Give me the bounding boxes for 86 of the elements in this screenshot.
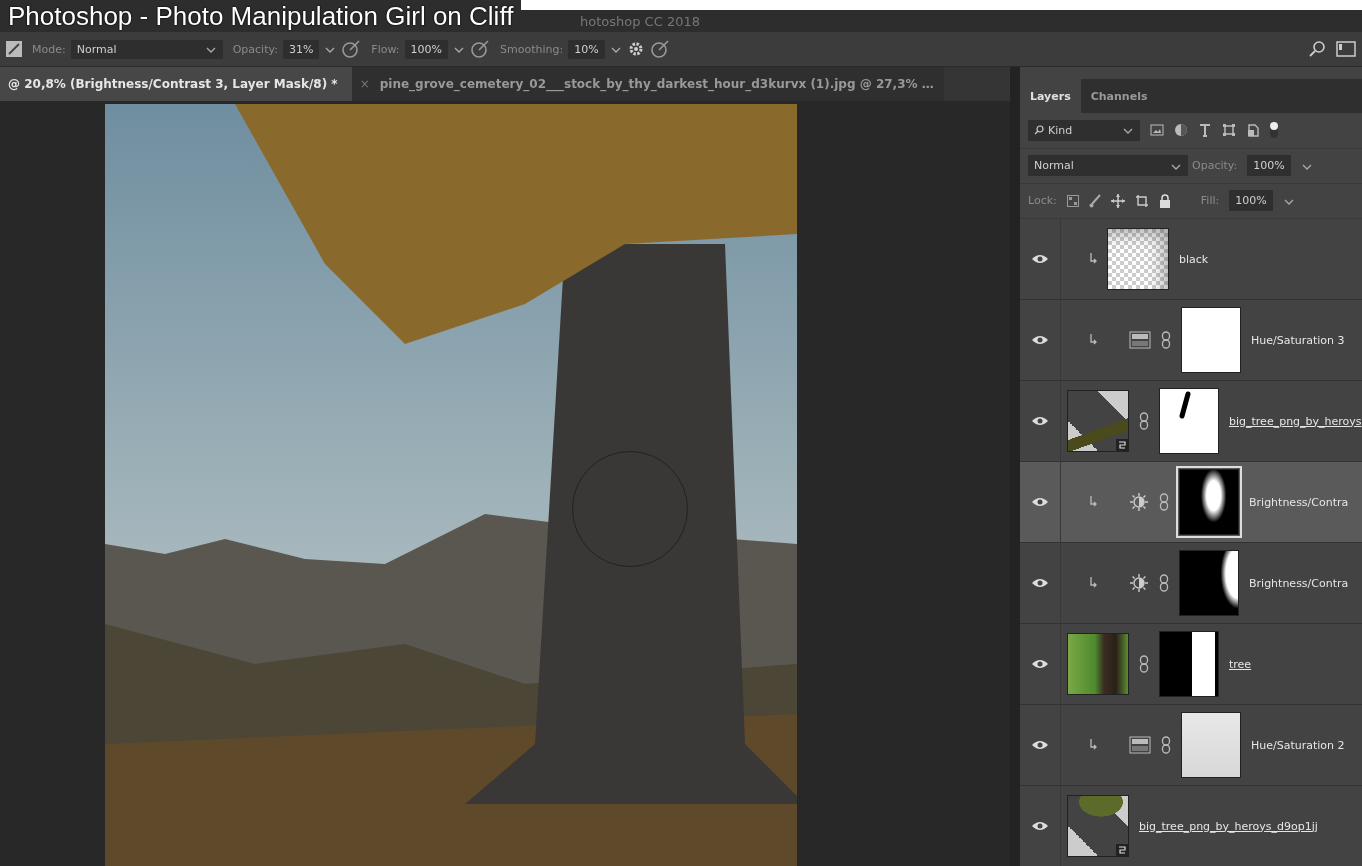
eye-icon[interactable] [1031, 253, 1049, 265]
layer-mask-thumbnail[interactable] [1179, 469, 1239, 535]
hue-saturation-icon [1129, 331, 1151, 349]
document-tab[interactable]: × pine_grove_cemetery_02___stock_by_thy_darkest_hour_d3kurvx (1).jpg @ 27,3% … [351, 67, 944, 101]
layer-thumbnail[interactable] [1067, 390, 1129, 452]
panel-tab[interactable]: Channels [1080, 79, 1158, 114]
pressure-size-icon[interactable] [649, 39, 670, 59]
eye-icon[interactable] [1031, 577, 1049, 589]
layer-row[interactable]: tree [1020, 624, 1362, 705]
option-label: Opacity: [232, 42, 278, 56]
filter-kind-dropdown[interactable]: Kind [1028, 119, 1140, 141]
search-icon [1034, 125, 1044, 136]
brightness-contrast-icon [1129, 573, 1149, 593]
fill-label: Fill: [1200, 194, 1220, 208]
eye-icon[interactable] [1031, 739, 1049, 751]
hue-saturation-icon [1129, 736, 1151, 754]
layer-thumbnail[interactable] [1067, 795, 1129, 857]
layer-thumbnail[interactable] [1107, 228, 1169, 290]
layer-mask-thumbnail[interactable] [1181, 712, 1241, 778]
layer-mask-thumbnail[interactable] [1181, 307, 1241, 373]
layer-name: black [1179, 252, 1209, 266]
shape-filter-icon[interactable] [1222, 123, 1236, 138]
layer-mask-thumbnail[interactable] [1159, 631, 1219, 697]
brush-tool-icon[interactable] [6, 41, 22, 57]
eye-icon[interactable] [1031, 334, 1049, 346]
type-filter-icon[interactable] [1198, 123, 1212, 138]
filter-toggle-icon[interactable] [1270, 122, 1278, 139]
lock-label: Lock: [1028, 194, 1057, 208]
layer-name: Brightness/Contra [1249, 495, 1349, 509]
mode-dropdown[interactable]: Normal [70, 39, 223, 59]
lock-transparency-icon[interactable] [1066, 194, 1079, 207]
adjustment-filter-icon[interactable] [1174, 123, 1188, 138]
chain-link-icon [1139, 412, 1149, 430]
document-tab[interactable]: @ 20,8% (Brightness/Contrast 3, Layer Mask/8) * [0, 67, 352, 101]
video-title: Photoshop - Photo Manipulation Girl on Cliff [0, 0, 522, 32]
smart-object-icon [1116, 844, 1128, 856]
layer-name: big_tree_png_by_heroys_d9op1jj [1139, 819, 1318, 833]
workspace-icon[interactable] [1336, 41, 1356, 57]
layer-name: Hue/Saturation 3 [1251, 333, 1345, 347]
smart-object-filter-icon[interactable] [1246, 123, 1260, 138]
brush-stroke-icon [1178, 391, 1192, 419]
layer-name: tree [1229, 657, 1252, 671]
layer-row[interactable]: Hue/Saturation 3 [1020, 300, 1362, 381]
layer-name: big_tree_png_by_heroys [1229, 414, 1362, 428]
image-filter-icon[interactable] [1150, 124, 1164, 137]
layer-row[interactable]: big_tree_png_by_heroys_d9op1jj [1020, 786, 1362, 866]
window-title: hotoshop CC 2018 [580, 13, 700, 29]
option-label: Mode: [32, 42, 66, 56]
option-field[interactable]: 10% [568, 39, 605, 59]
eye-icon[interactable] [1031, 820, 1049, 832]
lock-position-icon[interactable] [1110, 193, 1125, 208]
search-icon[interactable] [1308, 40, 1326, 58]
pressure-opacity-icon[interactable] [341, 39, 362, 59]
airbrush-icon[interactable] [470, 39, 491, 59]
lock-all-icon[interactable] [1158, 193, 1171, 208]
chain-link-icon [1139, 655, 1149, 673]
opacity-label: Opacity: [1192, 159, 1238, 173]
chain-link-icon [1161, 331, 1171, 349]
smart-object-icon [1116, 439, 1128, 451]
layer-name: Brightness/Contra [1249, 576, 1349, 590]
layer-thumbnail[interactable] [1067, 633, 1129, 695]
chain-link-icon [1159, 574, 1169, 592]
option-label: Flow: [371, 42, 400, 56]
option-label: Smoothing: [500, 42, 564, 56]
layer-row[interactable]: black [1020, 219, 1362, 300]
layer-name: Hue/Saturation 2 [1251, 738, 1345, 752]
panel-tab[interactable]: Layers [1020, 79, 1081, 114]
eye-icon[interactable] [1031, 496, 1049, 508]
chain-link-icon [1161, 736, 1171, 754]
chain-link-icon [1159, 493, 1169, 511]
blend-mode-dropdown[interactable]: Normal [1028, 155, 1188, 177]
option-field[interactable]: 100% [404, 39, 449, 59]
layer-mask-thumbnail[interactable] [1159, 388, 1219, 454]
layer-row[interactable]: Brightness/Contra [1020, 543, 1362, 624]
brightness-contrast-icon [1129, 492, 1149, 512]
layer-row[interactable]: Brightness/Contra [1020, 462, 1362, 543]
fill-field[interactable]: 100% [1229, 190, 1273, 212]
eye-icon[interactable] [1031, 415, 1049, 427]
lock-pixels-icon[interactable] [1088, 193, 1101, 208]
layer-mask-thumbnail[interactable] [1179, 550, 1239, 616]
option-field[interactable]: 31% [282, 39, 320, 59]
lock-artboard-icon[interactable] [1134, 193, 1149, 208]
eye-icon[interactable] [1031, 658, 1049, 670]
layer-row[interactable]: big_tree_png_by_heroys [1020, 381, 1362, 462]
opacity-field[interactable]: 100% [1247, 155, 1291, 177]
layer-row[interactable]: Hue/Saturation 2 [1020, 705, 1362, 786]
